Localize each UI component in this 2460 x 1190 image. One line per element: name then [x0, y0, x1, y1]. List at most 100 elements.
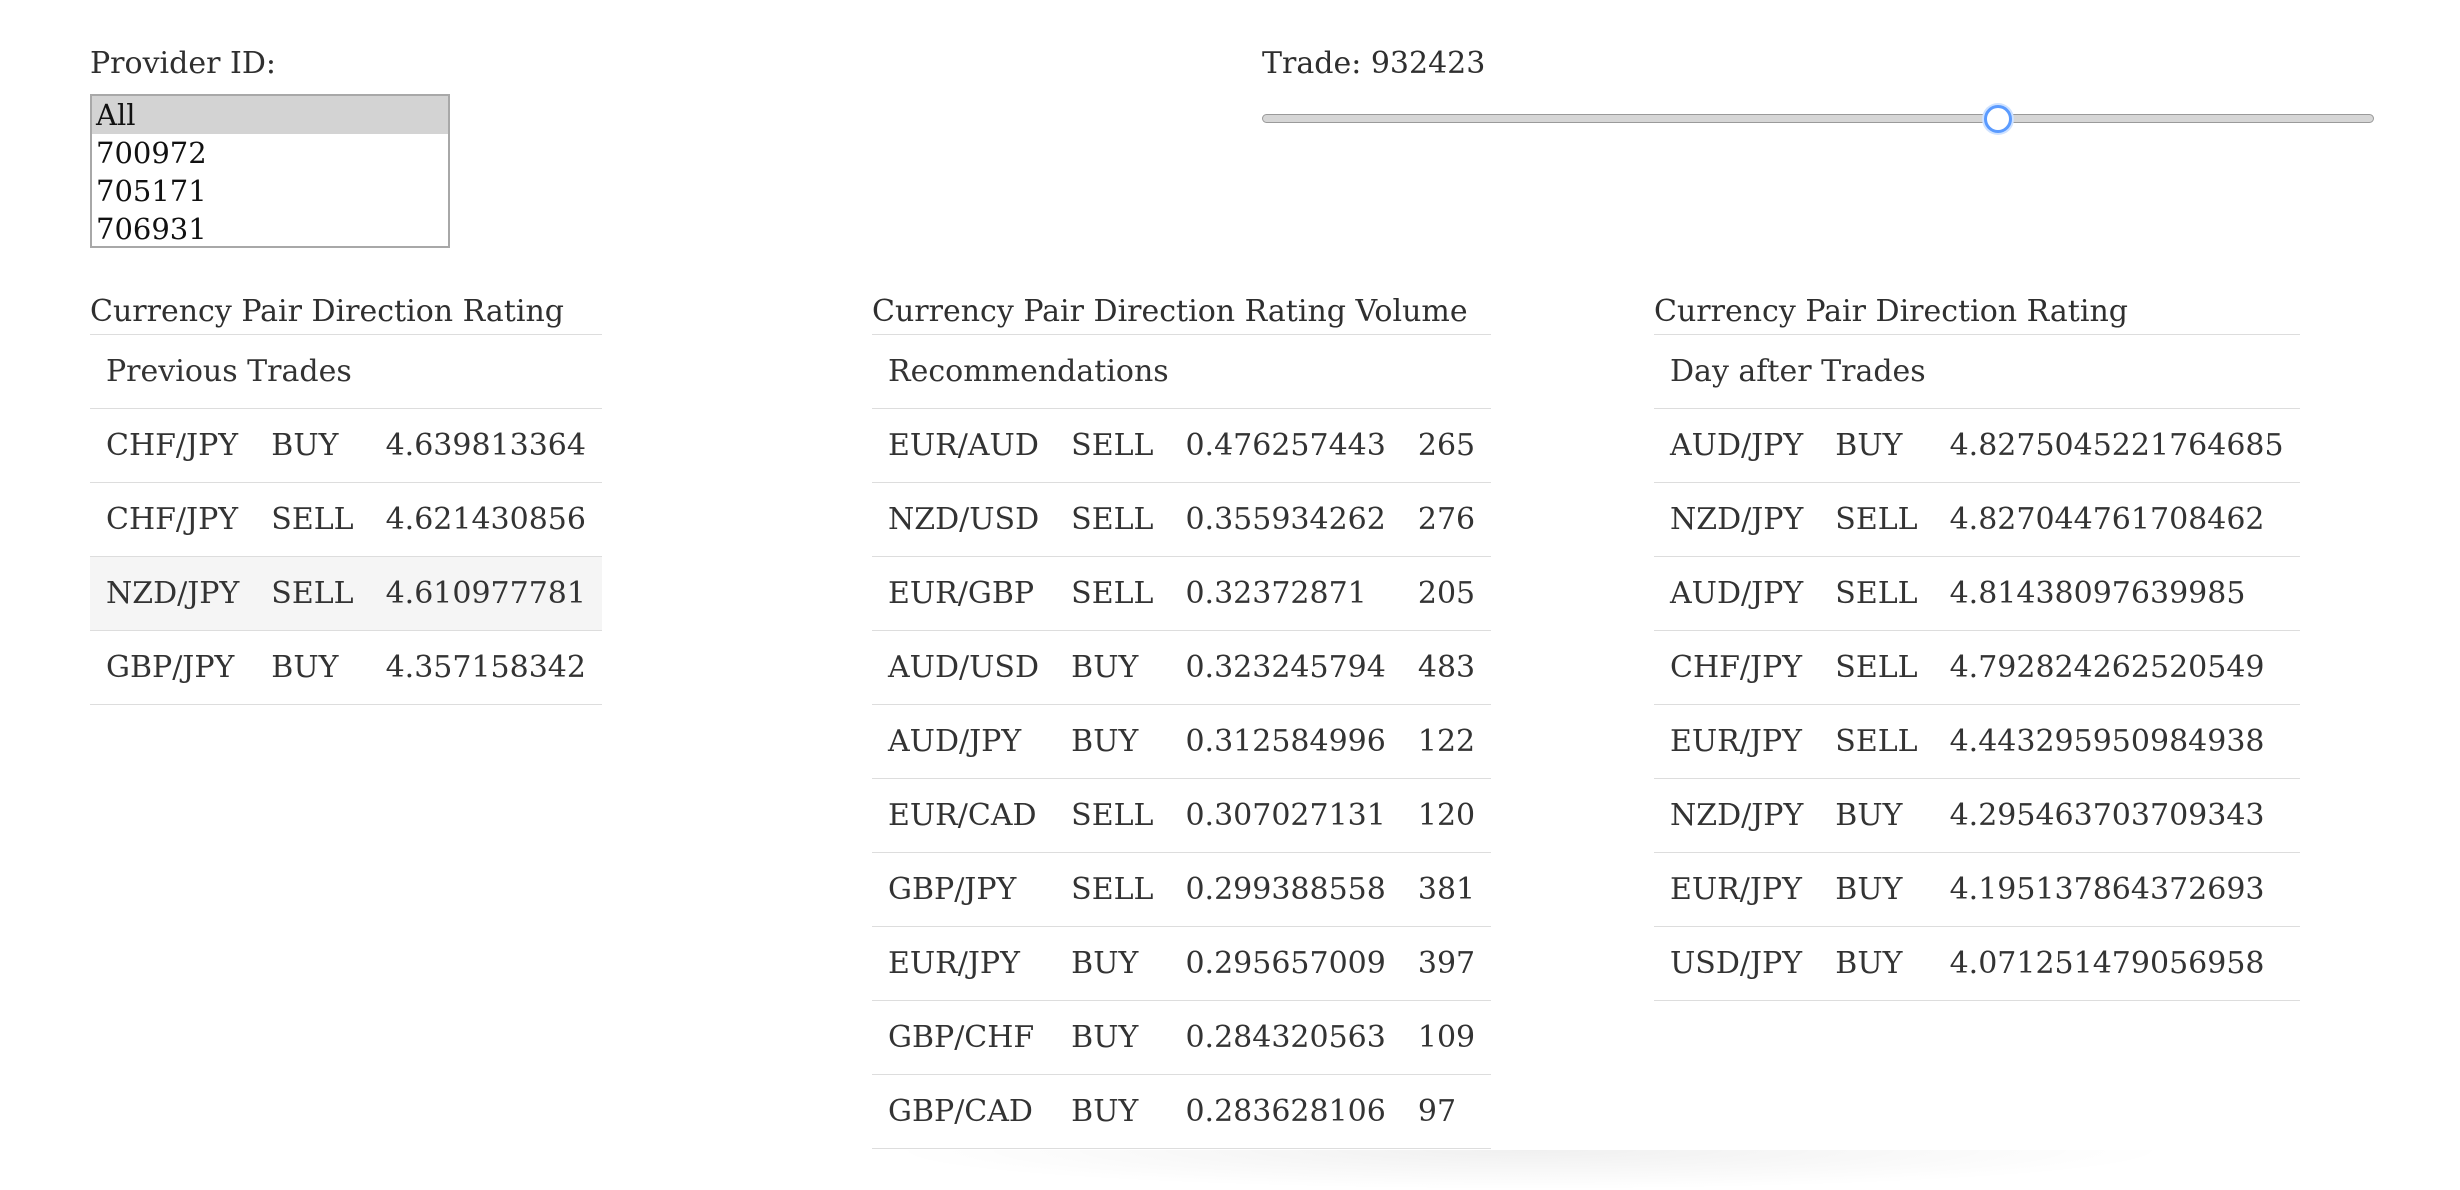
- trade-slider-track[interactable]: [1262, 114, 2374, 123]
- table-row: USD/JPY BUY 4.071251479056958: [1654, 926, 2300, 1001]
- table-row: CHF/JPY BUY 4.639813364: [90, 408, 602, 483]
- cell-rating: 4.295463703709343: [1933, 778, 2300, 853]
- cell-pair: CHF/JPY: [1654, 630, 1820, 705]
- cell-dir: BUY: [1819, 778, 1934, 853]
- cell-volume: 122: [1401, 704, 1492, 779]
- cell-rating: 0.32372871: [1169, 556, 1402, 631]
- cell-pair: USD/JPY: [1654, 926, 1820, 1001]
- table-row: EUR/CAD SELL 0.307027131 120: [872, 778, 1492, 853]
- cell-volume: 265: [1401, 408, 1492, 483]
- trade-label: Trade: 932423: [1262, 46, 1486, 81]
- cell-dir: SELL: [1819, 630, 1934, 705]
- table-row: CHF/JPY SELL 4.792824262520549: [1654, 630, 2300, 705]
- cell-rating: 4.621430856: [369, 482, 602, 557]
- cell-rating: 4.827044761708462: [1933, 482, 2300, 557]
- cell-dir: SELL: [255, 556, 370, 631]
- cell-dir: SELL: [1055, 852, 1170, 927]
- provider-id-listbox[interactable]: All 700972 705171 706931: [90, 94, 450, 248]
- table-row: EUR/JPY BUY 0.295657009 397: [872, 926, 1492, 1001]
- table-row: GBP/CHF BUY 0.284320563 109: [872, 1000, 1492, 1075]
- cell-pair: EUR/CAD: [872, 778, 1056, 853]
- cell-rating: 4.357158342: [369, 630, 602, 705]
- table-row: EUR/GBP SELL 0.32372871 205: [872, 556, 1492, 631]
- cell-pair: NZD/JPY: [90, 556, 256, 631]
- cell-dir: SELL: [1819, 704, 1934, 779]
- cell-pair: NZD/JPY: [1654, 778, 1820, 853]
- provider-option[interactable]: All: [92, 96, 448, 134]
- cell-rating: 4.81438097639985: [1933, 556, 2300, 631]
- cell-dir: BUY: [1055, 926, 1170, 1001]
- day-after-trades-header: Day after Trades: [1654, 334, 2300, 409]
- cell-pair: NZD/JPY: [1654, 482, 1820, 557]
- recommendations-panel: Currency Pair Direction Rating Volume Re…: [872, 290, 1492, 1149]
- cell-pair: GBP/JPY: [872, 852, 1056, 927]
- cell-pair: EUR/JPY: [872, 926, 1056, 1001]
- cell-rating: 0.283628106: [1169, 1074, 1402, 1149]
- provider-option[interactable]: 705171: [92, 172, 448, 210]
- cell-dir: SELL: [1819, 556, 1934, 631]
- day-after-trades-panel: Currency Pair Direction Rating Day after…: [1654, 290, 2300, 1001]
- table-row: NZD/USD SELL 0.355934262 276: [872, 482, 1492, 557]
- trade-slider-thumb[interactable]: [1984, 105, 2013, 133]
- cell-rating: 4.195137864372693: [1933, 852, 2300, 927]
- cell-dir: BUY: [1055, 630, 1170, 705]
- recommendations-title: Currency Pair Direction Rating Volume: [872, 294, 1468, 329]
- cell-rating: 4.639813364: [369, 408, 602, 483]
- cell-pair: AUD/JPY: [872, 704, 1056, 779]
- day-after-trades-title: Currency Pair Direction Rating: [1654, 294, 2128, 329]
- cell-pair: CHF/JPY: [90, 482, 256, 557]
- cell-rating: 4.8275045221764685: [1933, 408, 2300, 483]
- cell-rating: 4.792824262520549: [1933, 630, 2300, 705]
- cell-pair: AUD/USD: [872, 630, 1056, 705]
- cell-volume: 109: [1401, 1000, 1492, 1075]
- trade-slider[interactable]: [1262, 104, 2374, 134]
- cell-dir: BUY: [1819, 852, 1934, 927]
- previous-trades-header: Previous Trades: [90, 334, 602, 409]
- table-row: NZD/JPY SELL 4.827044761708462: [1654, 482, 2300, 557]
- recommendations-header: Recommendations: [872, 334, 1492, 409]
- cell-volume: 397: [1401, 926, 1492, 1001]
- table-row: AUD/JPY BUY 4.8275045221764685: [1654, 408, 2300, 483]
- cell-pair: GBP/CHF: [872, 1000, 1056, 1075]
- provider-option[interactable]: 706931: [92, 210, 448, 246]
- cell-pair: GBP/CAD: [872, 1074, 1056, 1149]
- cell-dir: BUY: [1055, 1000, 1170, 1075]
- bottom-shadow: [880, 1150, 2180, 1190]
- cell-pair: EUR/AUD: [872, 408, 1056, 483]
- cell-pair: GBP/JPY: [90, 630, 256, 705]
- cell-volume: 97: [1401, 1074, 1492, 1149]
- cell-rating: 0.299388558: [1169, 852, 1402, 927]
- cell-pair: AUD/JPY: [1654, 408, 1820, 483]
- table-row: GBP/JPY BUY 4.357158342: [90, 630, 602, 705]
- day-after-trades-table: Day after Trades AUD/JPY BUY 4.82750452217…: [1654, 334, 2300, 1001]
- cell-dir: SELL: [1819, 482, 1934, 557]
- cell-dir: SELL: [1055, 778, 1170, 853]
- cell-pair: AUD/JPY: [1654, 556, 1820, 631]
- cell-dir: SELL: [1055, 482, 1170, 557]
- cell-pair: EUR/JPY: [1654, 704, 1820, 779]
- table-row: AUD/JPY BUY 0.312584996 122: [872, 704, 1492, 779]
- cell-rating: 0.312584996: [1169, 704, 1402, 779]
- previous-trades-table: Previous Trades CHF/JPY BUY 4.639813364 CHF…: [90, 334, 602, 705]
- table-row: NZD/JPY SELL 4.610977781: [90, 556, 602, 631]
- cell-dir: BUY: [1055, 1074, 1170, 1149]
- cell-rating: 0.323245794: [1169, 630, 1402, 705]
- cell-pair: NZD/USD: [872, 482, 1056, 557]
- cell-dir: BUY: [1055, 704, 1170, 779]
- cell-dir: SELL: [1055, 408, 1170, 483]
- cell-dir: BUY: [255, 630, 370, 705]
- table-row: NZD/JPY BUY 4.295463703709343: [1654, 778, 2300, 853]
- cell-rating: 4.071251479056958: [1933, 926, 2300, 1001]
- cell-pair: EUR/GBP: [872, 556, 1056, 631]
- cell-pair: CHF/JPY: [90, 408, 256, 483]
- table-row: AUD/USD BUY 0.323245794 483: [872, 630, 1492, 705]
- cell-rating: 0.307027131: [1169, 778, 1402, 853]
- cell-dir: BUY: [1819, 408, 1934, 483]
- previous-trades-panel: Currency Pair Direction Rating Previous …: [90, 290, 602, 705]
- cell-dir: SELL: [255, 482, 370, 557]
- cell-dir: BUY: [255, 408, 370, 483]
- cell-volume: 381: [1401, 852, 1492, 927]
- cell-rating: 4.443295950984938: [1933, 704, 2300, 779]
- table-row: GBP/CAD BUY 0.283628106 97: [872, 1074, 1492, 1149]
- provider-option[interactable]: 700972: [92, 134, 448, 172]
